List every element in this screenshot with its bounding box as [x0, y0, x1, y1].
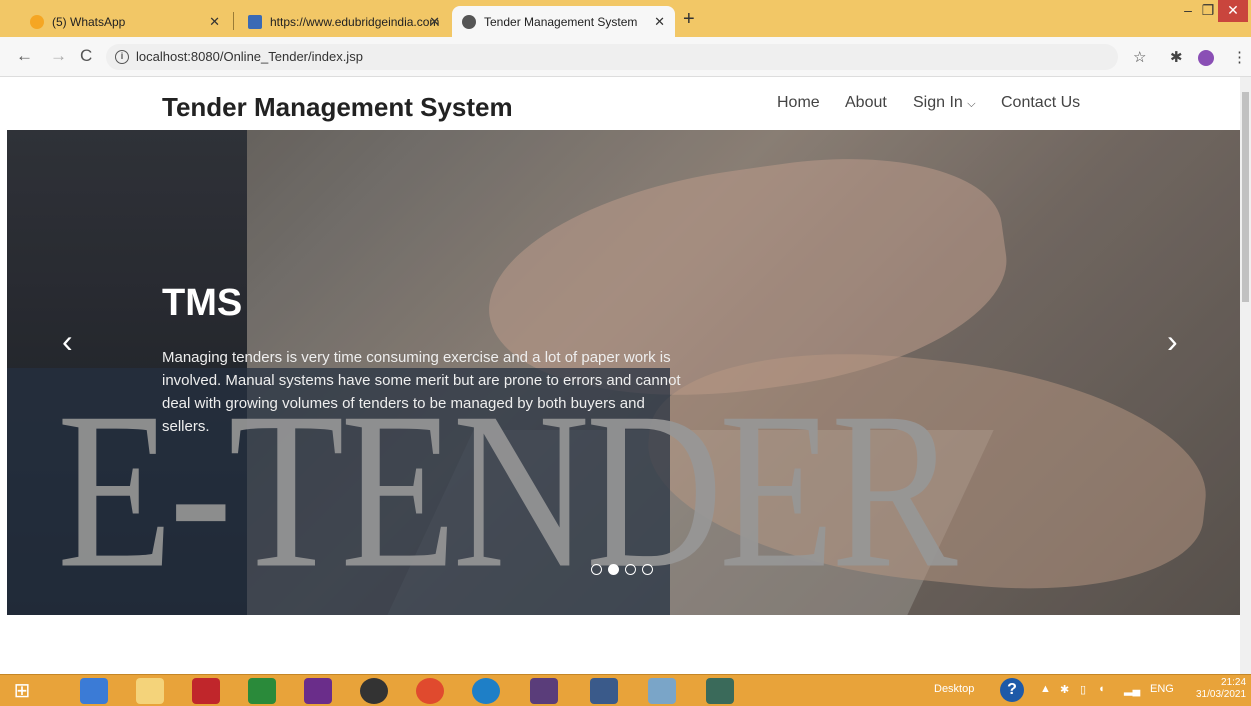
app-icon[interactable]	[590, 678, 618, 704]
tab-title: (5) WhatsApp	[52, 14, 126, 29]
page-scrollbar[interactable]	[1240, 77, 1251, 674]
close-tab-icon[interactable]: ✕	[654, 14, 665, 30]
chrome-icon[interactable]	[416, 678, 444, 704]
app-icon[interactable]	[706, 678, 734, 704]
file-explorer-icon[interactable]	[136, 678, 164, 704]
menu-icon[interactable]: ⋮	[1232, 48, 1247, 66]
url-text: localhost:8080/Online_Tender/index.jsp	[136, 49, 363, 64]
network-icon[interactable]: ▂▄	[1124, 683, 1140, 696]
edubridge-icon	[248, 14, 262, 29]
tab-edubridge[interactable]: https://www.edubridgeindia.com ✕	[238, 6, 450, 37]
hero-description: Managing tenders is very time consuming …	[162, 349, 681, 435]
help-icon[interactable]: ?	[1000, 678, 1024, 702]
volume-icon[interactable]: ◖	[1098, 683, 1105, 695]
profile-avatar[interactable]	[1198, 50, 1214, 66]
app-icon[interactable]	[304, 678, 332, 704]
close-window-icon[interactable]: ✕	[1218, 0, 1248, 22]
carousel-dot[interactable]	[625, 564, 636, 575]
show-hidden-icons-icon[interactable]: ▲	[1040, 683, 1051, 695]
back-icon[interactable]: ←	[16, 47, 33, 65]
bluetooth-icon[interactable]: ✱	[1060, 683, 1069, 696]
bookmark-star-icon[interactable]: ☆	[1133, 48, 1146, 66]
new-tab-button[interactable]: +	[683, 9, 695, 29]
web-page: Tender Management System Home About Sign…	[0, 77, 1240, 674]
taskbar: ⊞ Desktop ? ▲ ✱ ▯ ◖ ▂▄ ENG 21:24 31/03/2…	[0, 674, 1251, 706]
media-player-icon[interactable]	[360, 678, 388, 704]
url-field[interactable]: i localhost:8080/Online_Tender/index.jsp	[106, 44, 1118, 70]
restore-icon[interactable]: ❐	[1198, 0, 1218, 22]
minimize-icon[interactable]: –	[1178, 0, 1198, 22]
carousel-dot[interactable]	[591, 564, 602, 575]
globe-icon	[462, 14, 476, 29]
close-tab-icon[interactable]: ✕	[209, 14, 220, 30]
chevron-down-icon: ⌵	[967, 98, 976, 110]
carousel-next-icon[interactable]: ›	[1167, 325, 1178, 357]
tab-title: Tender Management System	[484, 14, 638, 29]
close-tab-icon[interactable]: ✕	[429, 14, 440, 30]
site-brand[interactable]: Tender Management System	[162, 92, 513, 123]
store-icon[interactable]	[248, 678, 276, 704]
clock-time: 21:24	[1221, 677, 1247, 688]
acrobat-icon[interactable]	[192, 678, 220, 704]
nav-signin-label: Sign In	[913, 94, 963, 111]
tab-divider	[233, 12, 234, 30]
language-indicator[interactable]: ENG	[1150, 683, 1174, 695]
nav-home[interactable]: Home	[777, 94, 820, 112]
extensions-icon[interactable]: ✱	[1170, 48, 1183, 66]
forward-icon[interactable]: →	[50, 47, 67, 65]
carousel-indicators	[591, 564, 653, 575]
paint-icon[interactable]	[648, 678, 676, 704]
clock[interactable]: 21:24 31/03/2021	[1196, 677, 1246, 701]
address-bar: ← → C i localhost:8080/Online_Tender/ind…	[0, 37, 1251, 77]
edge-icon[interactable]	[472, 678, 500, 704]
tab-tender[interactable]: Tender Management System ✕	[452, 6, 675, 37]
carousel-dot[interactable]	[642, 564, 653, 575]
nav-signin[interactable]: Sign In ⌵	[913, 94, 976, 112]
whatsapp-icon	[30, 14, 44, 29]
ie-icon[interactable]	[80, 678, 108, 704]
eclipse-icon[interactable]	[530, 678, 558, 704]
hero-carousel: E-TENDER TMS Managing tenders is very ti…	[7, 130, 1240, 615]
nav-about[interactable]: About	[845, 94, 887, 112]
scrollbar-thumb[interactable]	[1242, 92, 1249, 302]
hero-title: TMS	[162, 282, 243, 324]
tab-whatsapp[interactable]: (5) WhatsApp ✕	[20, 6, 230, 37]
info-icon[interactable]: i	[115, 50, 129, 64]
clock-date: 31/03/2021	[1196, 689, 1247, 700]
desktop-toolbar[interactable]: Desktop	[934, 683, 974, 695]
battery-icon[interactable]: ▯	[1080, 683, 1086, 696]
nav-contact[interactable]: Contact Us	[1001, 94, 1080, 112]
reload-icon[interactable]: C	[80, 47, 92, 65]
carousel-prev-icon[interactable]: ‹	[62, 325, 73, 357]
start-icon[interactable]: ⊞	[6, 678, 38, 704]
tab-title: https://www.edubridgeindia.com	[270, 14, 440, 29]
carousel-dot[interactable]	[608, 564, 619, 575]
tab-strip: (5) WhatsApp ✕ https://www.edubridgeindi…	[0, 0, 1251, 37]
